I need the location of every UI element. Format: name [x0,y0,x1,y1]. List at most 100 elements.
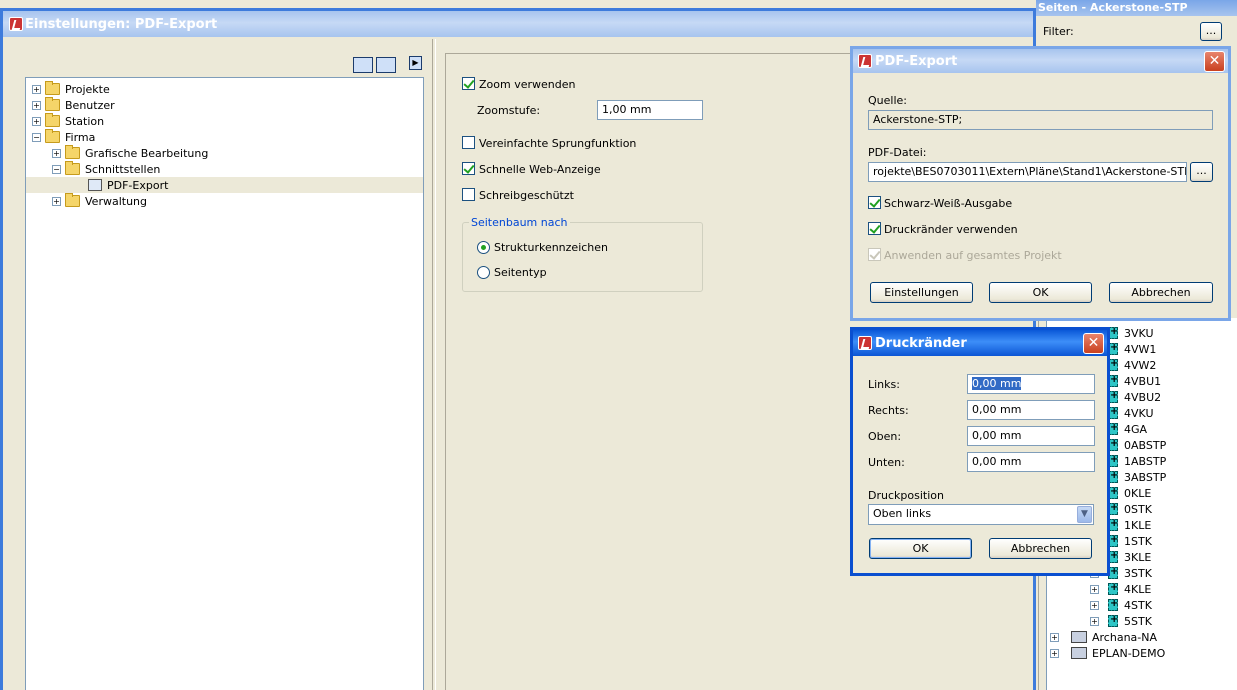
browse-button[interactable]: ... [1190,162,1213,182]
radio-structure[interactable] [477,241,490,254]
splitter[interactable] [432,39,436,690]
apply-project-checkbox [868,248,881,261]
expand-icon[interactable]: + [32,84,41,94]
list-item[interactable]: +4STK [1090,597,1152,613]
list-item[interactable]: +4KLE [1090,581,1151,597]
folder-icon [45,97,60,111]
play-icon[interactable]: ▶ [409,56,422,70]
expand-icon[interactable]: + [32,116,41,126]
list-item[interactable]: 3VKU [1108,325,1154,341]
bw-output-label: Schwarz-Weiß-Ausgabe [884,197,1013,210]
tree-item-station[interactable]: + Station [32,113,104,129]
project-icon [1071,647,1087,659]
margins-ok-button[interactable]: OK [869,538,972,559]
settings-button[interactable]: Einstellungen [870,282,973,303]
tree-item-verwaltung[interactable]: + Verwaltung [52,193,147,209]
tree-item-pdf-export[interactable]: PDF-Export [26,177,423,193]
radio-structure-label: Strukturkennzeichen [494,241,609,254]
zoom-use-checkbox[interactable] [462,77,475,90]
tree-item-firma[interactable]: − Firma [32,129,95,145]
expand-icon[interactable] [376,57,396,73]
list-item[interactable]: 0STK [1108,501,1152,517]
project-item-eplan-demo[interactable]: + EPLAN-DEMO [1050,645,1165,661]
zoom-level-label: Zoomstufe: [477,104,541,117]
top-margin-label: Oben: [868,430,902,443]
expand-icon[interactable]: + [52,196,61,206]
expand-icon[interactable]: + [1050,648,1059,658]
list-item[interactable]: +5STK [1090,613,1152,629]
margins-cancel-button[interactable]: Abbrechen [989,538,1092,559]
pdf-settings-icon [88,179,102,191]
folder-icon [65,145,80,159]
folder-icon [65,193,80,207]
pdf-export-dialog: PDF-Export ✕ Quelle: Ackerstone-STP; PDF… [850,46,1231,321]
list-item[interactable]: 3KLE [1108,549,1151,565]
zoom-use-label: Zoom verwenden [479,78,576,91]
zoom-level-input[interactable]: 1,00 mm [597,100,703,120]
list-item[interactable]: 1STK [1108,533,1152,549]
list-item[interactable]: 4VW2 [1108,357,1156,373]
bottom-margin-input[interactable]: 0,00 mm [967,452,1095,472]
list-item[interactable]: 4VBU2 [1108,389,1161,405]
list-item[interactable]: 4VBU1 [1108,373,1161,389]
collapse-icon[interactable]: − [32,132,41,142]
list-item[interactable]: 0ABSTP [1108,437,1166,453]
write-protected-checkbox[interactable] [462,188,475,201]
list-item[interactable]: 4VKU [1108,405,1154,421]
source-label: Quelle: [868,94,907,107]
collapse-icon[interactable]: − [52,164,61,174]
file-input[interactable]: rojekte\BES0703011\Extern\Pläne\Stand1\A… [868,162,1187,182]
pdf-export-title: PDF-Export [875,53,958,69]
use-margins-label: Druckränder verwenden [884,223,1018,236]
chevron-down-icon[interactable]: ▼ [1077,506,1092,523]
simple-jump-checkbox[interactable] [462,136,475,149]
expand-icon[interactable]: + [1090,584,1099,594]
ok-button[interactable]: OK [989,282,1092,303]
collapse-icon[interactable] [353,57,373,73]
print-position-select[interactable]: Oben links ▼ [868,504,1094,525]
expand-icon[interactable]: + [1050,632,1059,642]
folder-icon [45,129,60,143]
page-icon [1108,598,1118,611]
fast-web-checkbox[interactable] [462,162,475,175]
app-icon [9,17,23,31]
margins-title: Druckränder [875,335,967,351]
left-margin-input[interactable]: 0,00 mm [967,374,1095,394]
list-item[interactable]: 0KLE [1108,485,1151,501]
tree-toolbar: ▶ [353,55,428,75]
close-icon[interactable]: ✕ [1204,51,1225,72]
page-icon [1108,614,1118,627]
project-item-archana[interactable]: + Archana-NA [1050,629,1157,645]
expand-icon[interactable]: + [32,100,41,110]
tree-item-projekte[interactable]: + Projekte [32,81,110,97]
settings-title-bar: Einstellungen: PDF-Export [3,11,1033,37]
tree-item-benutzer[interactable]: + Benutzer [32,97,115,113]
use-margins-checkbox[interactable] [868,222,881,235]
margins-title-bar: Druckränder ✕ [853,330,1107,356]
bw-output-checkbox[interactable] [868,196,881,209]
folder-icon [45,81,60,95]
tree-item-grafische-bearbeitung[interactable]: + Grafische Bearbeitung [52,145,208,161]
list-item[interactable]: 4VW1 [1108,341,1156,357]
pdf-export-title-bar: PDF-Export ✕ [853,49,1228,73]
source-field: Ackerstone-STP; [868,110,1213,130]
close-icon[interactable]: ✕ [1083,333,1104,354]
page-tree-group-title: Seitenbaum nach [469,216,570,229]
right-margin-input[interactable]: 0,00 mm [967,400,1095,420]
tree-item-schnittstellen[interactable]: − Schnittstellen [52,161,160,177]
expand-icon[interactable]: + [52,148,61,158]
list-item[interactable]: 1ABSTP [1108,453,1166,469]
expand-icon[interactable]: + [1090,600,1099,610]
expand-icon[interactable]: + [1090,616,1099,626]
list-item[interactable]: 1KLE [1108,517,1151,533]
cancel-button[interactable]: Abbrechen [1109,282,1213,303]
list-item[interactable]: 3ABSTP [1108,469,1166,485]
top-margin-input[interactable]: 0,00 mm [967,426,1095,446]
list-item[interactable]: 4GA [1108,421,1147,437]
radio-pagetype-label: Seitentyp [494,266,547,279]
pages-tree-list: 3VKU 4VW1 4VW2 4VBU1 4VBU2 4VKU 4GA 0ABS… [1090,325,1237,628]
folder-icon [65,161,80,175]
filter-button[interactable]: ... [1200,22,1222,41]
write-protected-label: Schreibgeschützt [479,189,574,202]
radio-pagetype[interactable] [477,266,490,279]
